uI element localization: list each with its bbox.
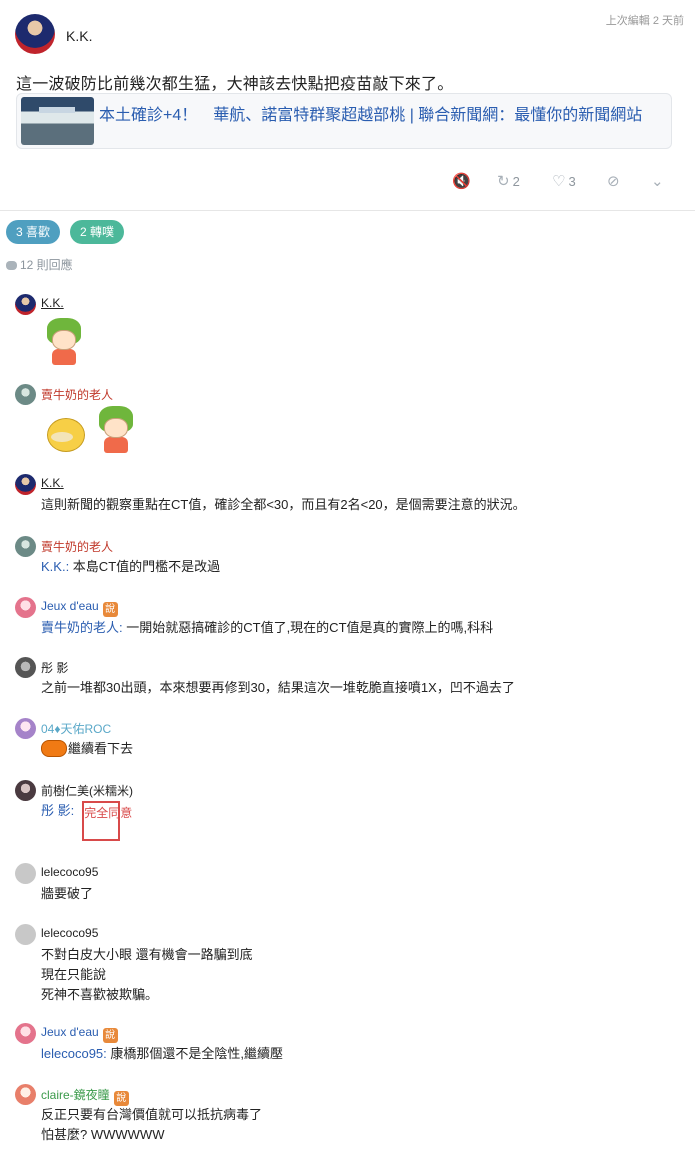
avatar[interactable] [15, 597, 36, 618]
comment-body: 繼續看下去 [41, 739, 133, 759]
avatar[interactable] [15, 924, 36, 945]
comment-line: 現在只能說 [41, 967, 107, 982]
comment-line: 死神不喜歡被欺騙。 [41, 987, 159, 1002]
reposts-pill[interactable]: 2 轉噗 [70, 220, 125, 244]
mention-link[interactable]: 彤 影: [41, 803, 74, 818]
link-title[interactable]: 本土確診+4！ 華航、諾富特群聚超越部桃 | 聯合新聞網：最懂你的新聞網站 [99, 101, 642, 125]
comment-author[interactable]: lelecoco95 [41, 926, 98, 940]
like-button[interactable]: ♡ 3 [552, 170, 576, 192]
says-badge: 說 [102, 1028, 118, 1043]
comment-body: lelecoco95: 康橋那個還不是全陰性,繼續壓 [41, 1044, 283, 1064]
comment-author[interactable]: claire-鏡夜瞳 [41, 1088, 110, 1102]
comment-bubble-icon [6, 261, 17, 270]
comment-body: 賣牛奶的老人: 一開始就惡搞確診的CT值了,現在的CT值是真的實際上的嗎,科科 [41, 618, 493, 638]
comment-text: 之前一堆都30出頭，本來想要再修到30，結果這次一堆乾脆直接噴1X，凹不過去了 [41, 680, 515, 695]
comment-author-row: claire-鏡夜瞳說 [41, 1086, 129, 1106]
comment: claire-鏡夜瞳說 反正只要有台灣價值就可以抵抗病毒了 怕甚麼? WWWWW… [15, 1084, 685, 1148]
comment-author[interactable]: Jeux d'eau [41, 1025, 99, 1039]
comment-author-row: Jeux d'eau 說 [41, 1025, 118, 1043]
comment-author[interactable]: K.K. [41, 476, 64, 490]
comment-line: 不對白皮大小眼 還有機會一路騙到底 [41, 947, 253, 962]
repost-icon: ↻ [497, 173, 510, 190]
post-text: 這一波破防比前幾次都生猛，大神該去快點把疫苗敲下來了。 [16, 76, 454, 93]
yotsuba-sticker [43, 318, 85, 366]
block-icon: ⊘ [607, 173, 620, 190]
avatar[interactable] [15, 1084, 36, 1105]
comment-text: 繼續看下去 [68, 741, 134, 756]
more-button[interactable]: ⌄ [651, 170, 664, 192]
avatar[interactable] [15, 474, 36, 495]
avatar[interactable] [15, 863, 36, 884]
comment-author[interactable]: 彤 影 [41, 659, 68, 676]
says-badge: 說 [113, 1091, 129, 1106]
comment: lelecoco95 不對白皮大小眼 還有機會一路騙到底 現在只能說 死神不喜歡… [15, 924, 685, 1008]
link-preview-card[interactable]: 本土確診+4！ 華航、諾富特群聚超越部桃 | 聯合新聞網：最懂你的新聞網站 [16, 93, 672, 149]
comment: 賣牛奶的老人 [15, 384, 685, 458]
avatar[interactable] [15, 657, 36, 678]
comment: K.K. [15, 294, 685, 366]
reply-count: 12 則回應 [6, 256, 73, 273]
avatar[interactable] [15, 780, 36, 801]
link-thumbnail [21, 97, 94, 145]
avatar[interactable] [15, 718, 36, 739]
orange-face-emoticon [41, 740, 67, 757]
comment-body: 彤 影: 完全同意 [41, 801, 132, 841]
comment: 彤 影 之前一堆都30出頭，本來想要再修到30，結果這次一堆乾脆直接噴1X，凹不… [15, 657, 685, 701]
comment: 賣牛奶的老人 K.K.: 本島CT值的門檻不是改過 [15, 536, 685, 580]
psyduck-sticker [45, 408, 87, 456]
comment-text: 這則新聞的觀察重點在CT值，確診全都<30，而且有2名<20，是個需要注意的狀況… [41, 497, 526, 512]
block-button[interactable]: ⊘ [607, 170, 620, 192]
post-author[interactable]: K.K. [66, 28, 92, 44]
edited-timestamp: 上次編輯 2 天前 [605, 15, 684, 27]
yotsuba-sticker [95, 406, 137, 454]
comment-author[interactable]: 前樹仁美(米糯米) [41, 782, 133, 799]
comment-author[interactable]: 04♦天佑ROC [41, 720, 111, 737]
mute-button[interactable]: 🔇 [452, 170, 471, 192]
reply-count-label: 12 則回應 [20, 258, 73, 272]
comment: 前樹仁美(米糯米) 彤 影: 完全同意 [15, 780, 685, 846]
comment-text: 一開始就惡搞確診的CT值了,現在的CT值是真的實際上的嗎,科科 [122, 620, 494, 635]
avatar[interactable] [15, 1023, 36, 1044]
avatar[interactable] [15, 536, 36, 557]
comment: Jeux d'eau 說 賣牛奶的老人: 一開始就惡搞確診的CT值了,現在的CT值… [15, 597, 685, 641]
comment-line: 怕甚麼? WWWWWW [41, 1127, 165, 1142]
author-avatar[interactable] [15, 14, 55, 54]
comment-text: 牆要破了 [41, 886, 94, 901]
comment-text: 康橋那個還不是全陰性,繼續壓 [106, 1046, 284, 1061]
comment-author[interactable]: 賣牛奶的老人 [41, 386, 113, 403]
like-count: 3 [568, 173, 576, 189]
comment-author-row: Jeux d'eau 說 [41, 599, 118, 617]
mention-link[interactable]: lelecoco95: [41, 1046, 107, 1061]
avatar[interactable] [15, 294, 36, 315]
comment-body: K.K.: 本島CT值的門檻不是改過 [41, 557, 220, 577]
plurk-post: K.K. 上次編輯 2 天前 這一波破防比前幾次都生猛，大神該去快點把疫苗敲下來… [0, 0, 695, 211]
comment: 04♦天佑ROC 繼續看下去 [15, 718, 685, 762]
chevron-down-icon: ⌄ [651, 173, 664, 190]
mention-link[interactable]: K.K.: [41, 559, 69, 574]
says-badge: 說 [102, 602, 118, 617]
comment: lelecoco95 牆要破了 [15, 863, 685, 907]
repost-button[interactable]: ↻ 2 [497, 170, 520, 192]
heart-icon: ♡ [552, 173, 566, 190]
comment-author[interactable]: Jeux d'eau [41, 599, 99, 613]
agree-stamp: 完全同意 [82, 801, 132, 841]
comment: K.K. 這則新聞的觀察重點在CT值，確診全都<30，而且有2名<20，是個需要… [15, 474, 685, 518]
likes-pill[interactable]: 3 喜歡 [6, 220, 61, 244]
repost-count: 2 [512, 173, 520, 189]
comment-text: 本島CT值的門檻不是改過 [69, 559, 221, 574]
mention-link[interactable]: 賣牛奶的老人: [41, 620, 123, 635]
comment-author[interactable]: 賣牛奶的老人 [41, 538, 113, 555]
comment: Jeux d'eau 說 lelecoco95: 康橋那個還不是全陰性,繼續壓 [15, 1023, 685, 1067]
comment-author[interactable]: lelecoco95 [41, 865, 98, 879]
comment-line: 反正只要有台灣價值就可以抵抗病毒了 [41, 1107, 263, 1122]
avatar[interactable] [15, 384, 36, 405]
comment-author[interactable]: K.K. [41, 296, 64, 310]
mute-icon: 🔇 [452, 173, 471, 190]
